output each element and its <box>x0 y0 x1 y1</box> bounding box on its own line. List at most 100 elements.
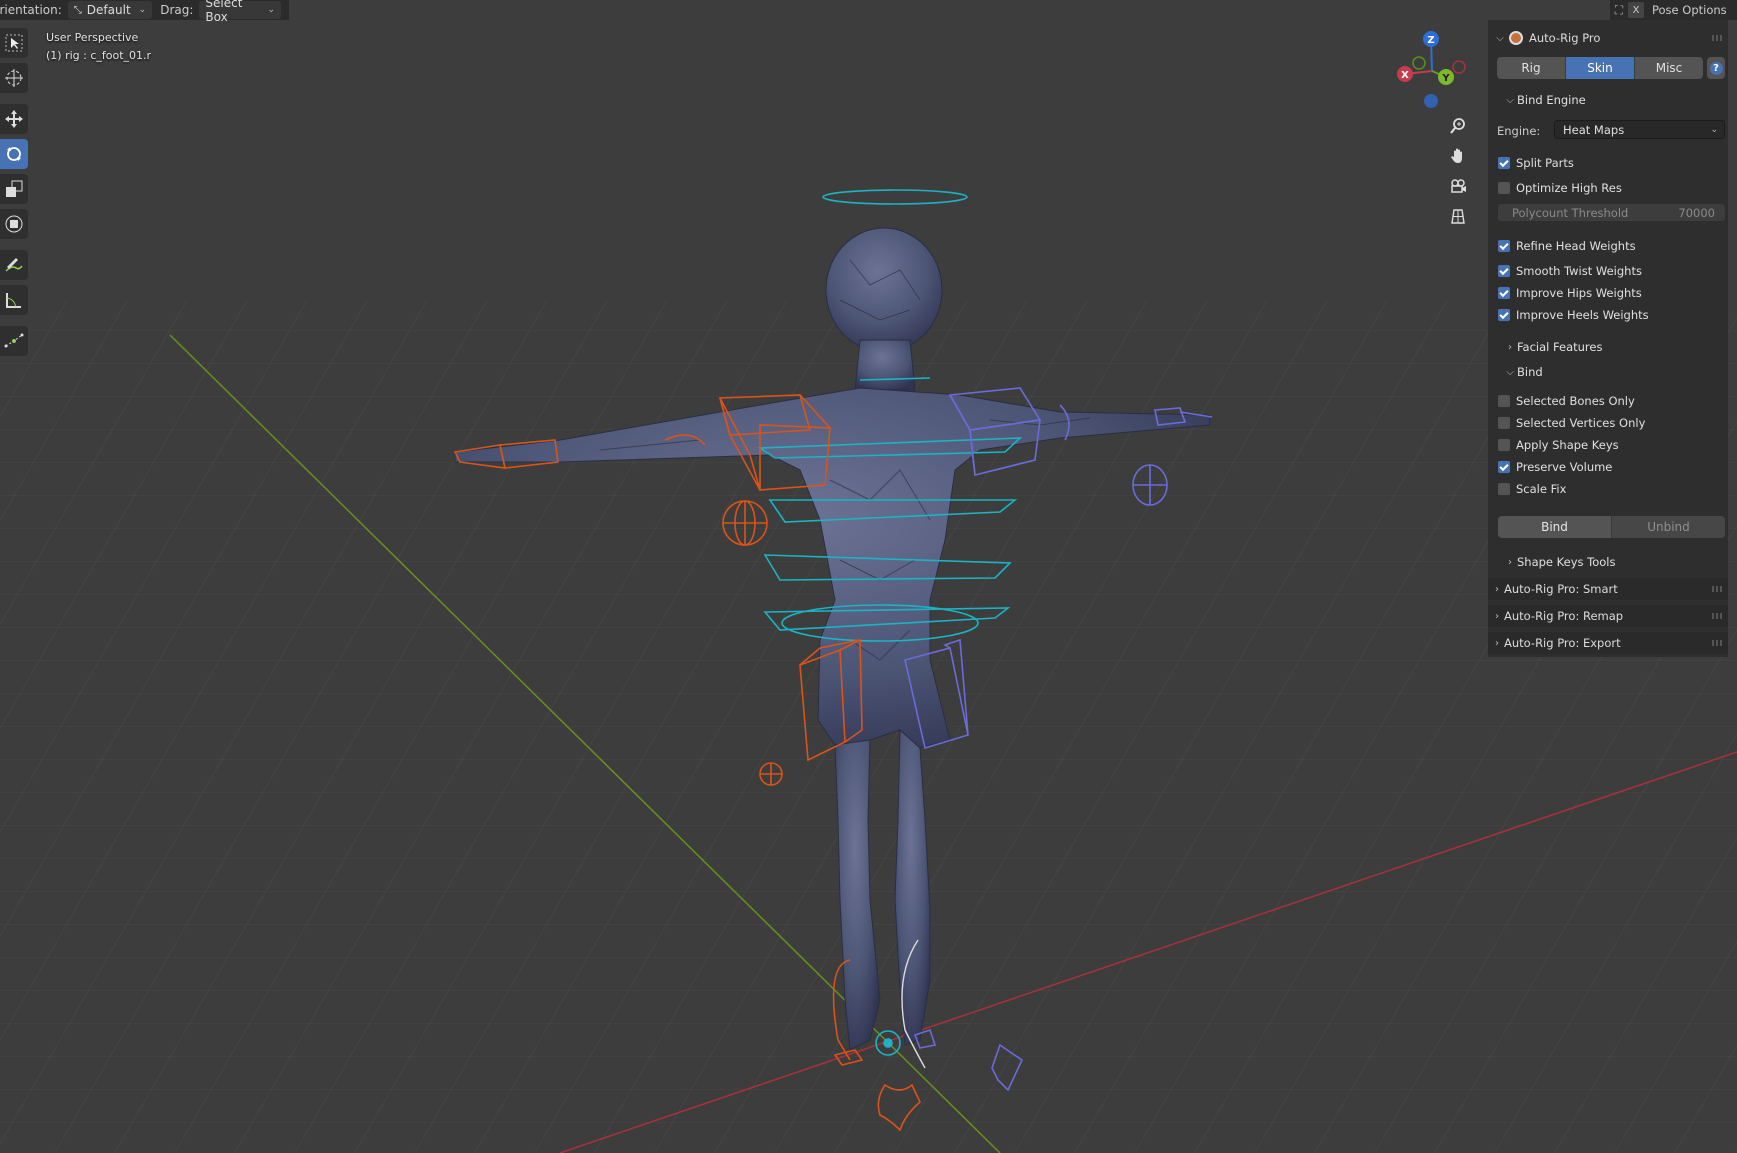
checkbox-icon <box>1498 309 1510 321</box>
tool-shelf <box>0 28 29 361</box>
smart-panel-header[interactable]: › Auto-Rig Pro: Smart <box>1488 578 1728 600</box>
panel-title: Auto-Rig Pro <box>1529 31 1601 45</box>
improve-hips-weights-checkbox[interactable]: Improve Hips Weights <box>1498 283 1642 303</box>
drag-grip-icon[interactable] <box>1712 640 1722 646</box>
drag-label: Drag: <box>160 3 194 17</box>
measure-icon <box>6 293 21 308</box>
help-button[interactable]: ? <box>1707 57 1725 79</box>
drag-dropdown[interactable]: Select Box ⌄ <box>199 0 281 24</box>
cursor-icon <box>5 69 23 87</box>
scale-tool[interactable] <box>0 174 28 204</box>
improve-heels-weights-checkbox[interactable]: Improve Heels Weights <box>1498 305 1649 325</box>
smart-panel-title: Auto-Rig Pro: Smart <box>1504 582 1618 596</box>
checkbox-icon <box>1498 240 1510 252</box>
gizmo-z-label: Z <box>1427 35 1434 46</box>
bind-title: Bind <box>1517 365 1543 379</box>
gizmo-y-label: Y <box>1441 73 1450 84</box>
engine-dropdown[interactable]: Heat Maps ⌄ <box>1554 120 1725 139</box>
pan-button[interactable] <box>1445 143 1471 169</box>
zoom-button[interactable] <box>1445 113 1471 139</box>
bind-engine-header[interactable]: ⌵ Bind Engine <box>1503 89 1728 111</box>
drag-grip-icon[interactable] <box>1712 586 1722 592</box>
checkbox-icon <box>1498 265 1510 277</box>
drag-value: Select Box <box>205 0 243 24</box>
hand-icon <box>1451 148 1462 163</box>
tab-skin[interactable]: Skin <box>1566 57 1635 79</box>
sidebar-panel: ⌵ Auto-Rig Pro Rig Skin Misc ? ⌵ Bind En… <box>1488 20 1728 657</box>
bind-button[interactable]: Bind <box>1498 516 1612 538</box>
chevron-right-icon: › <box>1508 556 1512 568</box>
rotate-tool[interactable] <box>0 139 28 169</box>
annotate-tool[interactable] <box>0 250 28 280</box>
remap-panel-header[interactable]: › Auto-Rig Pro: Remap <box>1488 605 1728 627</box>
overlay-icon[interactable]: ⛶ <box>1610 3 1628 18</box>
drag-grip-icon[interactable] <box>1712 613 1722 619</box>
scale-fix-label: Scale Fix <box>1516 482 1567 496</box>
orientation-dropdown[interactable]: ⤡ Default ⌄ <box>67 1 153 19</box>
facial-features-header[interactable]: › Facial Features <box>1503 336 1728 358</box>
zoom-icon <box>1450 118 1465 134</box>
move-tool[interactable] <box>0 104 28 134</box>
scale-fix-checkbox[interactable]: Scale Fix <box>1498 479 1566 499</box>
facial-features-title: Facial Features <box>1517 340 1603 354</box>
shape-keys-tools-header[interactable]: › Shape Keys Tools <box>1503 551 1728 573</box>
checkbox-icon <box>1498 461 1510 473</box>
close-button[interactable]: X <box>1628 2 1644 18</box>
scale-icon <box>6 180 23 197</box>
optimize-high-res-checkbox[interactable]: Optimize High Res <box>1498 178 1622 198</box>
perspective-label: User Perspective <box>46 31 139 44</box>
preserve-volume-checkbox[interactable]: Preserve Volume <box>1498 457 1612 477</box>
chevron-down-icon: ⌄ <box>138 5 147 15</box>
viewport-nav-buttons <box>1445 113 1473 233</box>
bone-curve-tool[interactable] <box>0 326 28 356</box>
improve-hips-label: Improve Hips Weights <box>1516 286 1642 300</box>
gizmo-neg-y-icon[interactable] <box>1412 56 1426 70</box>
checkbox-icon <box>1498 157 1510 169</box>
camera-view-button[interactable] <box>1445 173 1471 199</box>
split-parts-checkbox[interactable]: Split Parts <box>1498 153 1574 173</box>
export-panel-header[interactable]: › Auto-Rig Pro: Export <box>1488 632 1728 654</box>
bind-header[interactable]: ⌵ Bind <box>1503 361 1728 383</box>
tab-misc[interactable]: Misc <box>1635 57 1703 79</box>
selected-vertices-only-label: Selected Vertices Only <box>1516 416 1646 430</box>
chevron-down-icon: ⌵ <box>1506 94 1514 106</box>
gizmo-neg-z-icon[interactable] <box>1424 94 1438 108</box>
navigation-gizmo[interactable]: Z X Y <box>1388 26 1476 116</box>
checkbox-icon <box>1498 483 1510 495</box>
selected-bones-only-label: Selected Bones Only <box>1516 394 1635 408</box>
auto-rig-pro-header[interactable]: ⌵ Auto-Rig Pro <box>1488 27 1728 49</box>
chevron-right-icon: › <box>1495 637 1499 649</box>
viewport-info: User Perspective (1) rig : c_foot_01.r <box>46 29 151 65</box>
pose-options-button[interactable]: Pose Options <box>1652 3 1727 17</box>
help-icon: ? <box>1709 61 1723 75</box>
smooth-twist-weights-checkbox[interactable]: Smooth Twist Weights <box>1498 261 1642 281</box>
selected-vertices-only-checkbox[interactable]: Selected Vertices Only <box>1498 413 1645 433</box>
gizmo-neg-x-icon[interactable] <box>1452 60 1466 74</box>
scene-canvas[interactable] <box>0 0 1737 1153</box>
3d-viewport[interactable]: Orientation: ⤡ Default ⌄ Drag: Select Bo… <box>0 0 1737 1153</box>
refine-head-weights-checkbox[interactable]: Refine Head Weights <box>1498 236 1636 256</box>
select-box-icon <box>5 34 23 52</box>
transform-tool[interactable] <box>0 209 28 239</box>
select-box-tool[interactable] <box>0 28 28 58</box>
engine-value: Heat Maps <box>1563 122 1625 137</box>
orientation-icon: ⤡ <box>73 4 82 16</box>
drag-grip-icon[interactable] <box>1712 35 1722 41</box>
apply-shape-keys-label: Apply Shape Keys <box>1516 438 1619 452</box>
tab-rig[interactable]: Rig <box>1497 57 1566 79</box>
transform-icon <box>5 215 23 233</box>
annotate-icon <box>5 258 23 272</box>
apply-shape-keys-checkbox[interactable]: Apply Shape Keys <box>1498 435 1619 455</box>
selection-label: (1) rig : c_foot_01.r <box>46 49 152 62</box>
improve-heels-label: Improve Heels Weights <box>1516 308 1649 322</box>
unbind-button[interactable]: Unbind <box>1612 516 1725 538</box>
chevron-right-icon: › <box>1495 583 1499 595</box>
selected-bones-only-checkbox[interactable]: Selected Bones Only <box>1498 391 1635 411</box>
polycount-threshold-field[interactable]: Polycount Threshold 70000 <box>1498 204 1725 221</box>
ortho-toggle-button[interactable] <box>1445 203 1471 229</box>
optimize-high-res-label: Optimize High Res <box>1516 181 1622 195</box>
bind-engine-title: Bind Engine <box>1517 93 1586 107</box>
cursor-tool[interactable] <box>0 63 28 93</box>
chevron-down-icon: ⌵ <box>1506 366 1514 378</box>
measure-tool[interactable] <box>0 285 28 315</box>
